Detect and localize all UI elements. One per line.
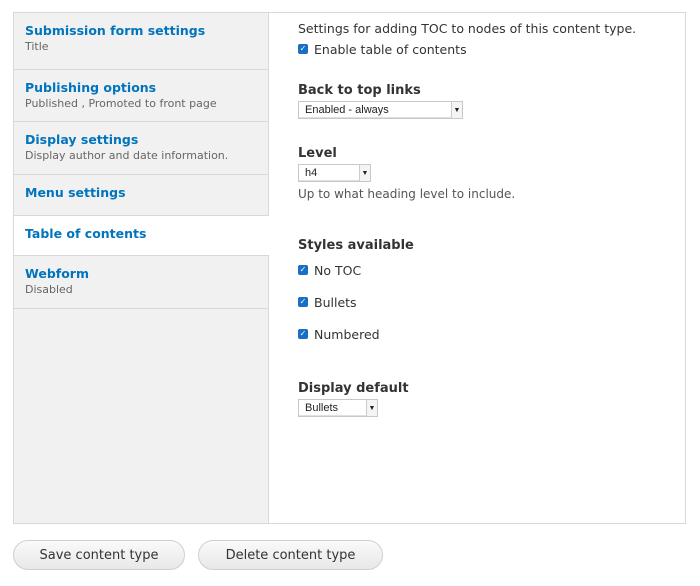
tab-title: Webform <box>25 266 89 281</box>
vertical-tab-list: Submission form settings Title Publishin… <box>14 13 269 523</box>
chevron-down-icon: ▼ <box>451 102 462 118</box>
back-to-top-label: Back to top links <box>298 83 421 98</box>
checkbox-checked-icon: ✓ <box>298 329 308 339</box>
tab-title: Table of contents <box>25 226 147 241</box>
tab-title: Menu settings <box>25 185 126 200</box>
style-label: Numbered <box>314 326 380 342</box>
style-label: Bullets <box>314 294 357 310</box>
toc-description: Settings for adding TOC to nodes of this… <box>298 21 637 36</box>
tab-title: Display settings <box>25 132 139 147</box>
tab-menu-settings[interactable]: Menu settings <box>14 175 268 216</box>
tab-title: Publishing options <box>25 80 157 95</box>
tab-submission-form-settings[interactable]: Submission form settings Title <box>14 13 268 70</box>
level-value: h4 <box>305 167 318 179</box>
save-content-type-button[interactable]: Save content type <box>13 540 185 570</box>
level-label: Level <box>298 146 337 161</box>
style-bullets-checkbox[interactable]: ✓ Bullets <box>298 293 648 311</box>
styles-available-label: Styles available <box>298 238 414 253</box>
style-no-toc-checkbox[interactable]: ✓ No TOC <box>298 261 648 279</box>
tab-display-settings[interactable]: Display settings Display author and date… <box>14 122 268 175</box>
level-select[interactable]: h4 ▼ <box>298 164 371 182</box>
enable-toc-checkbox[interactable]: ✓ Enable table of contents <box>298 40 648 58</box>
enable-toc-label: Enable table of contents <box>314 41 467 57</box>
tab-summary: Title <box>25 40 49 53</box>
chevron-down-icon: ▼ <box>359 165 370 181</box>
checkbox-checked-icon: ✓ <box>298 297 308 307</box>
level-help-text: Up to what heading level to include. <box>298 187 516 201</box>
back-to-top-select[interactable]: Enabled - always ▼ <box>298 101 463 119</box>
tab-table-of-contents[interactable]: Table of contents <box>14 216 269 256</box>
back-to-top-value: Enabled - always <box>305 104 389 116</box>
tab-webform[interactable]: Webform Disabled <box>14 256 268 309</box>
delete-content-type-button[interactable]: Delete content type <box>198 540 383 570</box>
tab-summary: Published , Promoted to front page <box>25 97 217 110</box>
tab-summary: Display author and date information. <box>25 149 229 162</box>
display-default-value: Bullets <box>305 402 339 414</box>
toc-settings-pane: Settings for adding TOC to nodes of this… <box>298 18 648 417</box>
display-default-label: Display default <box>298 381 409 396</box>
tab-summary: Disabled <box>25 283 73 296</box>
chevron-down-icon: ▼ <box>366 400 377 416</box>
style-label: No TOC <box>314 262 362 278</box>
tab-publishing-options[interactable]: Publishing options Published , Promoted … <box>14 70 268 122</box>
tab-title: Submission form settings <box>25 23 206 38</box>
checkbox-checked-icon: ✓ <box>298 44 308 54</box>
style-numbered-checkbox[interactable]: ✓ Numbered <box>298 325 648 343</box>
display-default-select[interactable]: Bullets ▼ <box>298 399 378 417</box>
checkbox-checked-icon: ✓ <box>298 265 308 275</box>
